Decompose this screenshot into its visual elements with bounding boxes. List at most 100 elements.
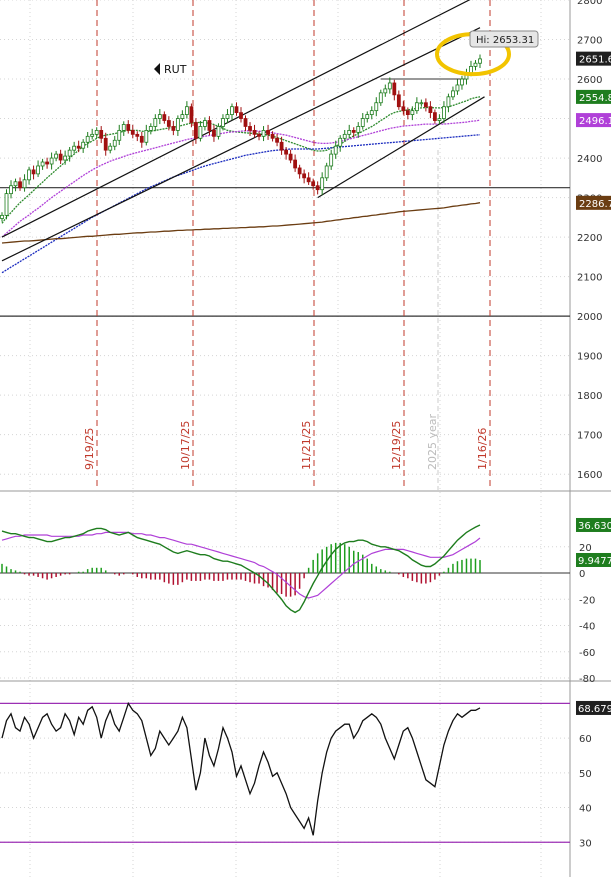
candle-body <box>198 126 203 139</box>
date-marker-label: 1/16/26 <box>476 428 489 470</box>
candle-body <box>103 137 108 151</box>
candle-body <box>405 110 410 115</box>
candle-body <box>428 106 433 114</box>
macd-panel: -80 -60 -40 -20 0 20 36.630 9.9477 <box>0 517 611 685</box>
price-y-tick: 1600 <box>577 470 602 481</box>
candle-body <box>324 165 329 179</box>
date-marker-label: 11/21/25 <box>300 421 313 470</box>
macd-y-tick: -20 <box>579 595 595 606</box>
candle-body <box>175 118 180 131</box>
candle-body <box>360 118 365 127</box>
chart-canvas: 1600170018001900200021002200230024002500… <box>0 0 611 877</box>
candle-body <box>135 133 140 137</box>
candle-body <box>437 118 442 121</box>
date-marker-label: 10/17/25 <box>179 421 192 470</box>
candle-body <box>225 114 230 119</box>
candle-body <box>419 102 424 105</box>
candle-body <box>306 177 311 183</box>
candle-body <box>410 110 415 115</box>
candle-body <box>67 149 72 157</box>
candle-body <box>311 181 316 187</box>
candle-body <box>252 130 257 135</box>
candle-body <box>414 102 419 112</box>
candle-body <box>347 130 352 135</box>
price-tag-label: 2651.6 <box>579 55 611 66</box>
price-background <box>0 0 611 491</box>
candle-body <box>302 173 307 179</box>
price-y-tick: 1900 <box>577 352 602 363</box>
price-y-tick: 2700 <box>577 36 602 47</box>
price-tag-label: 2286.7 <box>579 199 611 210</box>
candle-body <box>433 112 437 121</box>
candle-body <box>342 133 347 139</box>
candle-body <box>108 145 113 151</box>
candle-body <box>49 157 54 165</box>
candle-body <box>22 179 27 189</box>
price-y-tick: 1700 <box>577 431 602 442</box>
candle-body <box>117 130 122 141</box>
candle-body <box>13 181 18 187</box>
candle-body <box>121 124 126 131</box>
rsi-y-tick: 40 <box>579 804 592 815</box>
candle-body <box>58 153 63 161</box>
candle-body <box>63 155 68 161</box>
candle-body <box>212 130 216 137</box>
candle-body <box>194 122 198 139</box>
candle-body <box>261 130 266 137</box>
candle-body <box>18 181 22 189</box>
rsi-value-tag-label: 68.679 <box>578 704 611 715</box>
candle-body <box>0 214 4 219</box>
candle-body <box>203 120 207 127</box>
rsi-y-tick: 50 <box>579 769 592 780</box>
candle-body <box>189 106 194 123</box>
candle-body <box>423 102 428 108</box>
candle-body <box>171 126 176 131</box>
candle-body <box>27 169 31 181</box>
candle-body <box>279 141 284 151</box>
candle-body <box>297 167 302 175</box>
macd-y-tick: 20 <box>579 543 592 554</box>
candle-body <box>166 120 171 127</box>
candle-body <box>112 139 117 147</box>
candle-body <box>329 153 334 167</box>
candle-body <box>455 84 460 92</box>
candle-body <box>356 126 361 133</box>
candle-body <box>72 145 77 151</box>
price-y-tick: 2400 <box>577 154 602 165</box>
candle-body <box>351 130 356 133</box>
candle-body <box>396 94 401 108</box>
candle-body <box>184 106 189 115</box>
rsi-y-tick: 30 <box>579 838 592 849</box>
candle-body <box>446 96 451 108</box>
macd-y-tick: 0 <box>579 569 585 580</box>
price-y-tick: 2800 <box>577 0 602 7</box>
candle-body <box>234 106 239 114</box>
macd-value-tag-label: 9.9477 <box>578 556 611 567</box>
macd-y-tick: -60 <box>579 648 595 659</box>
candle-body <box>157 114 162 119</box>
candle-body <box>243 118 248 127</box>
rsi-y-tick: 60 <box>579 734 592 745</box>
symbol-label: RUT <box>164 63 187 76</box>
candle-body <box>288 153 293 161</box>
candle-body <box>478 58 482 64</box>
candle-body <box>99 130 104 139</box>
candle-body <box>284 149 288 155</box>
candle-body <box>130 130 135 135</box>
candle-body <box>387 82 392 90</box>
rsi-panel: 30 40 50 60 68.679 <box>0 700 611 849</box>
candle-body <box>90 133 95 137</box>
candle-body <box>148 126 153 131</box>
price-tag-label: 2554.8 <box>579 93 611 104</box>
candle-body <box>36 165 40 175</box>
price-panel: 1600170018001900200021002200230024002500… <box>0 0 611 877</box>
macd-y-tick: -80 <box>579 674 595 685</box>
candle-body <box>257 133 261 137</box>
candle-body <box>54 153 59 159</box>
candle-body <box>153 118 158 127</box>
high-annotation-label: Hi: 2653.31 <box>476 35 534 46</box>
candle-body <box>230 106 234 115</box>
candle-body <box>31 169 36 175</box>
candle-body <box>442 106 446 119</box>
candle-body <box>139 135 144 143</box>
